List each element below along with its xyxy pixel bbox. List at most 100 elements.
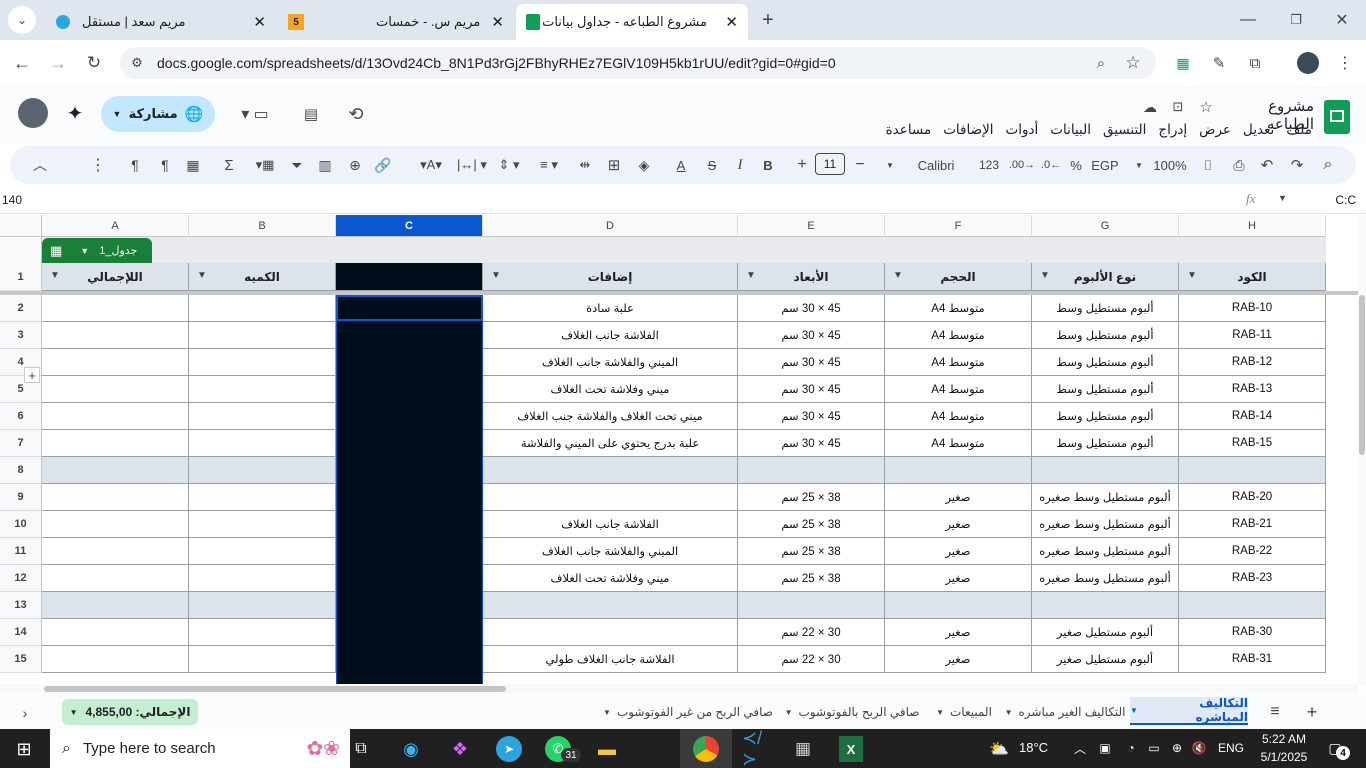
windows-start-icon[interactable]: ⊞	[10, 736, 38, 762]
chevron-down-icon[interactable]: ▼	[50, 270, 60, 281]
dimensions-cell[interactable]	[738, 457, 885, 484]
additions-cell[interactable]: علبة سادة	[483, 295, 738, 322]
weather-temp[interactable]: 18°C	[1019, 740, 1048, 755]
comments-icon[interactable]: ▤	[298, 102, 324, 126]
chevron-down-icon[interactable]: ▼	[113, 109, 122, 119]
additions-cell[interactable]: الفلاشة جانب الغلاف	[483, 322, 738, 349]
quantity-cell[interactable]	[189, 511, 336, 538]
size-cell[interactable]: صغير	[885, 538, 1032, 565]
language-indicator[interactable]: ENG	[1218, 741, 1244, 755]
formula-input[interactable]: 140	[2, 193, 22, 207]
total-cell[interactable]	[42, 619, 189, 646]
selected-column-c[interactable]	[336, 295, 483, 685]
print-icon[interactable]: ⎙	[1227, 146, 1251, 184]
menu-format[interactable]: التنسيق	[1103, 122, 1146, 140]
album-type-cell[interactable]: ألبوم مستطيل صغير	[1032, 646, 1179, 673]
text-color-icon[interactable]: A	[670, 146, 692, 184]
quantity-cell[interactable]	[189, 484, 336, 511]
total-cell[interactable]	[42, 565, 189, 592]
column-header-e[interactable]: E	[738, 215, 885, 237]
insert-comment-icon[interactable]: ⊕	[344, 146, 366, 184]
total-cell[interactable]	[42, 430, 189, 457]
size-cell[interactable]: متوسط A4	[885, 376, 1032, 403]
additions-cell[interactable]: الفلاشة جانب الغلاف	[483, 511, 738, 538]
text-rotation-icon[interactable]: ▾A▾	[410, 146, 452, 184]
clock-time[interactable]: 5:22 AM	[1256, 732, 1312, 746]
header-cell-quantity[interactable]: ▼ الكميه	[189, 263, 336, 291]
album-type-cell[interactable]: ألبوم مستطيل صغير	[1032, 619, 1179, 646]
file-explorer-icon[interactable]: ▬	[594, 736, 620, 762]
clock-date[interactable]: 5/1/2025	[1256, 750, 1312, 764]
extensions-icon[interactable]: ⧉	[1244, 52, 1266, 74]
redo-icon[interactable]: ↷	[1286, 146, 1308, 184]
sum-explore-chip[interactable]: الإجمالي: 4,855,00 ▼	[62, 699, 198, 725]
taskbar-search-box[interactable]: ⌕ Type here to search ✿❀	[50, 729, 350, 768]
dimensions-cell[interactable]: 45 × 30 سم	[738, 322, 885, 349]
borders-icon[interactable]: ⊞	[602, 146, 626, 184]
convert-to-table-icon[interactable]: ▦	[182, 146, 204, 184]
code-cell[interactable]: RAB-14	[1179, 403, 1326, 430]
device-icon[interactable]: ▣	[1096, 738, 1114, 758]
code-cell[interactable]: RAB-23	[1179, 565, 1326, 592]
more-formats[interactable]: 123	[976, 146, 1002, 184]
dimensions-cell[interactable]: 38 × 25 سم	[738, 484, 885, 511]
copilot-icon[interactable]: ❖	[447, 736, 473, 762]
additions-cell[interactable]	[483, 619, 738, 646]
code-cell[interactable]: RAB-13	[1179, 376, 1326, 403]
size-cell[interactable]: صغير	[885, 511, 1032, 538]
forward-icon[interactable]: →	[44, 50, 72, 76]
header-cell-size[interactable]: ▼ الحجم	[885, 263, 1032, 291]
sheet-tab-net-profit-no-photoshop[interactable]: صافي الربح من غير الفوتوشوب ▼	[600, 700, 776, 724]
dimensions-cell[interactable]: 45 × 30 سم	[738, 349, 885, 376]
merge-cells-icon[interactable]: ⇹	[574, 146, 596, 184]
total-cell[interactable]	[42, 322, 189, 349]
total-cell[interactable]	[42, 376, 189, 403]
menu-view[interactable]: عرض	[1199, 122, 1231, 140]
chevron-down-icon[interactable]: ▼	[785, 708, 793, 717]
menu-insert[interactable]: إدراج	[1158, 122, 1187, 140]
row-header[interactable]: 2	[0, 295, 42, 322]
row-header[interactable]: 12	[0, 565, 42, 592]
total-cell[interactable]	[42, 511, 189, 538]
chevron-down-icon[interactable]: ▼	[70, 708, 78, 717]
album-type-cell[interactable]: ألبوم مستطيل وسط	[1032, 403, 1179, 430]
album-type-cell[interactable]	[1032, 457, 1179, 484]
row-header[interactable]: 3	[0, 322, 42, 349]
menu-extensions[interactable]: الإضافات	[943, 122, 993, 140]
row-header[interactable]: 14	[0, 619, 42, 646]
add-sheet-icon[interactable]: +	[1302, 702, 1322, 722]
quantity-cell[interactable]	[189, 592, 336, 619]
excel-icon[interactable]: X	[839, 736, 863, 762]
album-type-cell[interactable]	[1032, 592, 1179, 619]
zoom-select[interactable]: 100%	[1150, 146, 1190, 184]
album-type-cell[interactable]: ألبوم مستطيل وسط	[1032, 349, 1179, 376]
cloud-saved-icon[interactable]: ☁	[1140, 97, 1160, 117]
star-icon[interactable]: ☆	[1196, 97, 1216, 117]
gemini-icon[interactable]: ✦	[62, 100, 88, 126]
additions-cell[interactable]	[483, 457, 738, 484]
table-name-chip[interactable]: ▦ ▼ جدول_1	[42, 238, 152, 263]
additions-cell[interactable]: علبة بدرج يحتوي على الميني والفلاشة	[483, 430, 738, 457]
functions-icon[interactable]: Σ	[218, 146, 240, 184]
row-header[interactable]: 13	[0, 592, 42, 619]
size-cell[interactable]: متوسط A4	[885, 349, 1032, 376]
header-cell-code[interactable]: ▼ الكود	[1179, 263, 1326, 291]
battery-icon[interactable]: ▭	[1144, 738, 1164, 758]
close-window-icon[interactable]: ✕	[1330, 8, 1354, 32]
size-cell[interactable]: متوسط A4	[885, 322, 1032, 349]
header-cell-album-type[interactable]: ▼ نوع الألبوم	[1032, 263, 1179, 291]
dimensions-cell[interactable]: 45 × 30 سم	[738, 376, 885, 403]
size-cell[interactable]: متوسط A4	[885, 430, 1032, 457]
album-type-cell[interactable]: ألبوم مستطيل وسط	[1032, 322, 1179, 349]
chevron-down-icon[interactable]: ▼	[1130, 706, 1138, 715]
quantity-cell[interactable]	[189, 376, 336, 403]
collapse-menus-icon[interactable]: ︿	[30, 146, 50, 184]
paint-format-icon[interactable]: ⌷	[1197, 146, 1219, 184]
close-icon[interactable]: ✕	[491, 13, 504, 31]
select-all-corner[interactable]	[0, 215, 42, 237]
code-cell[interactable]: RAB-21	[1179, 511, 1326, 538]
browser-tab-khamsat[interactable]: ✕ مريم س. - خمسات 5	[278, 4, 514, 40]
column-header-g[interactable]: G	[1032, 215, 1179, 237]
album-type-cell[interactable]: ألبوم مستطيل وسط صغيره	[1032, 484, 1179, 511]
menu-edit[interactable]: تعديل	[1243, 122, 1274, 140]
